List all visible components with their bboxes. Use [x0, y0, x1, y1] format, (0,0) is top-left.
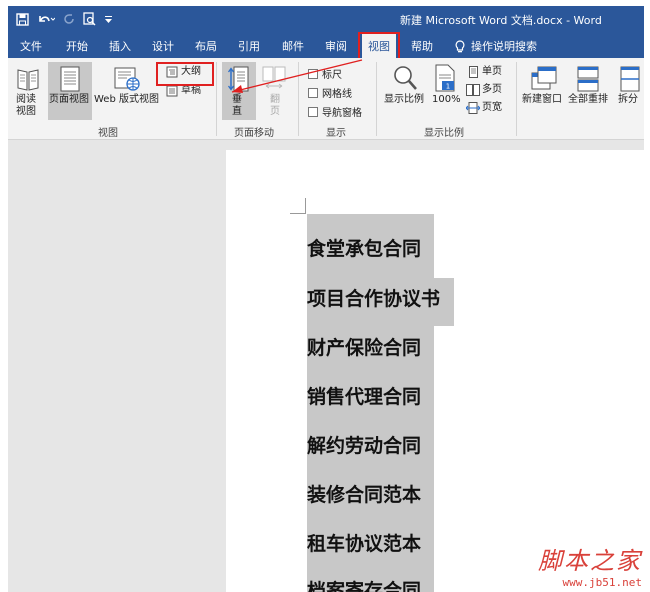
document-line[interactable]: 装修合同范本	[307, 480, 421, 507]
document-line[interactable]: 档案寄存合同	[307, 576, 421, 592]
document-line[interactable]: 租车协议范本	[307, 529, 421, 556]
document-line[interactable]: 销售代理合同	[307, 382, 421, 409]
document-line[interactable]: 财产保险合同	[307, 333, 421, 360]
document-line[interactable]: 解约劳动合同	[307, 431, 421, 458]
document-line[interactable]: 项目合作协议书	[307, 284, 440, 311]
margin-corner-mark	[290, 198, 306, 214]
site-watermark: 脚本之家 www.jb51.net	[518, 541, 642, 589]
watermark-logo-text: 脚本之家	[538, 547, 642, 575]
document-line[interactable]: 食堂承包合同	[307, 234, 421, 261]
watermark-url: www.jb51.net	[562, 576, 642, 589]
document-page[interactable]	[226, 150, 644, 592]
